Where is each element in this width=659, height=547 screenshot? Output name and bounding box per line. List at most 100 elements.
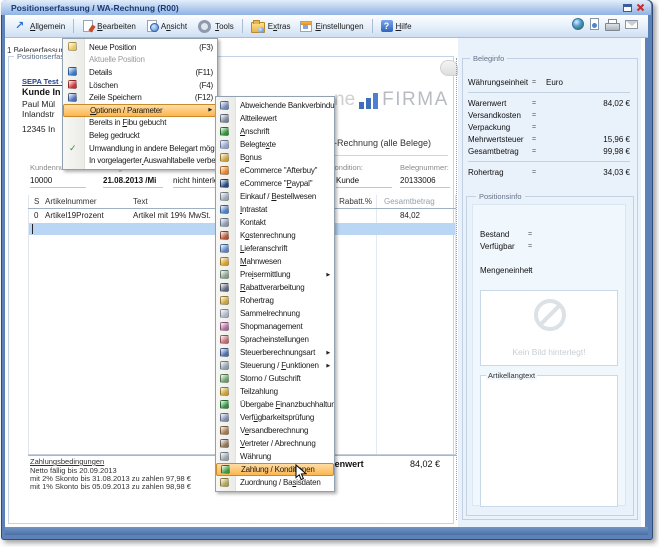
menu-item-details[interactable]: Details(F11): [63, 66, 217, 79]
menu-item-rohertrag[interactable]: Rohertrag: [216, 294, 334, 307]
menu-item-shopmanagement[interactable]: Shopmanagement: [216, 320, 334, 333]
menu-item-altteilewert[interactable]: Altteilewert: [216, 112, 334, 125]
window-controls: [623, 3, 645, 12]
toolbar-button-bearbeiten[interactable]: Bearbeiten: [77, 18, 141, 34]
column-header-s[interactable]: S: [34, 197, 39, 206]
positionsinfo-legend: Positionsinfo: [476, 192, 525, 201]
menu-item-rabattverarbeitung[interactable]: Rabattverarbeitung: [216, 281, 334, 294]
menu-item-zuordnung-basisdaten[interactable]: Zuordnung / Basisdaten: [216, 476, 334, 489]
logo-text-fragment: ne: [334, 88, 355, 112]
menu-item-einkauf-bestellwesen[interactable]: Einkauf / Bestellwesen: [216, 190, 334, 203]
toolbar-button-hilfe[interactable]: ?Hilfe: [376, 18, 417, 34]
article-image-placeholder: Kein Bild hinterlegt!: [480, 290, 618, 366]
equals-sign: =: [532, 148, 546, 155]
menu-item-abweichende-bankverbindung[interactable]: Abweichende Bankverbindung: [216, 99, 334, 112]
menu-item-mahnwesen[interactable]: Mahnwesen: [216, 255, 334, 268]
beleginfo-legend: Beleginfo: [470, 54, 507, 63]
table-cell[interactable]: 84,02: [328, 211, 420, 220]
printer-icon[interactable]: [605, 19, 619, 30]
menu-item-teilzahlung[interactable]: Teilzahlung: [216, 385, 334, 398]
toolbar-buttons: Allgemein BearbeitenAnsichtTools ExtrasEin…: [9, 17, 417, 36]
steuerberechnung-icon: [220, 348, 229, 357]
column-header-artikelnummer[interactable]: Artikelnummer: [45, 197, 97, 206]
equals-sign: =: [532, 100, 546, 107]
menu-item-übergabe-finanzbuchhaltung[interactable]: Übergabe Finanzbuchhaltung: [216, 398, 334, 411]
menu-item-belegtexte[interactable]: Belegtexte: [216, 138, 334, 151]
panel-splitter[interactable]: [456, 58, 457, 520]
zahlungskondition-value[interactable]: Kunde: [336, 176, 392, 188]
kontakt-icon: [220, 218, 229, 227]
toolbar-button-ansicht[interactable]: Ansicht: [141, 18, 192, 34]
menu-item-verfügbarkeitsprüfung[interactable]: Verfügbarkeitsprüfung: [216, 411, 334, 424]
restore-icon[interactable]: [623, 4, 632, 12]
toolbar-button-allgemein[interactable]: Allgemein: [9, 18, 70, 35]
menu-item-löschen[interactable]: Löschen(F4): [63, 79, 217, 92]
menu-item-ecommerce-afterbuy[interactable]: eCommerce "Afterbuy": [216, 164, 334, 177]
menu-item-währung[interactable]: Währung: [216, 450, 334, 463]
menu-item-intrastat[interactable]: Intrastat: [216, 203, 334, 216]
column-header-gesamtbetrag[interactable]: Gesamtbetrag: [384, 197, 435, 206]
toolbar-separator: [242, 19, 243, 33]
toolbar-button-extras[interactable]: Extras: [246, 17, 296, 35]
kundennummer-value[interactable]: 10000: [30, 176, 86, 188]
lieferanschrift-icon: [220, 244, 229, 253]
menu-item-umwandlung-in-andere-belegart-möglich[interactable]: ✓Umwandlung in andere Belegart möglich: [63, 142, 217, 155]
info-row-gesamtbetrag: Gesamtbetrag=99,98 €: [468, 145, 630, 157]
belegnummer-value[interactable]: 20133006: [400, 176, 450, 188]
menu-item-sammelrechnung[interactable]: Sammelrechnung: [216, 307, 334, 320]
menu-item-neue-position[interactable]: Neue Position(F3): [63, 41, 217, 54]
equals-sign: =: [528, 243, 542, 250]
document-type-line: -Rechnung (alle Belege): [334, 138, 431, 148]
globe-icon[interactable]: [572, 18, 584, 30]
artikellangtext-box[interactable]: [480, 375, 618, 507]
equals-sign: =: [532, 169, 546, 176]
menu-item-anschrift[interactable]: Anschrift: [216, 125, 334, 138]
table-cell[interactable]: Artikel mit 19% MwSt.: [133, 211, 211, 220]
column-header-text[interactable]: Text: [133, 197, 148, 206]
menu-item-versandberechnung[interactable]: Versandberechnung: [216, 424, 334, 437]
sepa-test-link[interactable]: SEPA Test -: [22, 77, 63, 86]
teilzahlung-icon: [220, 387, 229, 396]
mail-icon[interactable]: [625, 20, 638, 29]
titlebar[interactable]: Positionserfassung / WA-Rechnung (R00): [1, 0, 651, 15]
document-icon[interactable]: [590, 18, 599, 30]
ansicht-icon: [147, 20, 157, 32]
menu-item-bonus[interactable]: Bonus: [216, 151, 334, 164]
toolbar-button-einstellungen[interactable]: Einstellungen: [295, 18, 368, 34]
check-icon: ✓: [69, 143, 76, 154]
menu-item-optionen-parameter[interactable]: Optionen / Parameter▶: [63, 104, 217, 117]
window-bottom-frame: [5, 527, 648, 535]
customer-contact: Paul Mül: [22, 99, 55, 109]
afterbuy-icon: [220, 166, 229, 175]
table-cell[interactable]: Artikel19Prozent: [45, 211, 104, 220]
toolbar-separator: [372, 19, 373, 33]
total-value: 84,02 €: [358, 459, 440, 469]
menu-item-steuerung-funktionen[interactable]: Steuerung / Funktionen▶: [216, 359, 334, 372]
menu-item-zahlung-konditionen[interactable]: Zahlung / Konditionen: [216, 463, 334, 476]
toolbar-button-tools[interactable]: Tools: [192, 17, 239, 36]
artikellangtext-legend: Artikellangtext: [486, 371, 537, 380]
versand-icon: [220, 426, 229, 435]
close-icon[interactable]: [636, 3, 645, 12]
menu-item-storno-gutschrift[interactable]: Storno / Gutschrift: [216, 372, 334, 385]
table-cell[interactable]: 0: [34, 211, 38, 220]
menu-item-steuerberechnungsart[interactable]: Steuerberechnungsart▶: [216, 346, 334, 359]
menu-item-in-vorgelagerter-auswahltabelle-verbergen[interactable]: In vorgelagerter Auswahltabelle verberge…: [63, 154, 217, 167]
menu-item-kostenrechnung[interactable]: Kostenrechnung: [216, 229, 334, 242]
menu-item-vertreter-abrechnung[interactable]: Vertreter / Abrechnung: [216, 437, 334, 450]
menu-item-kontakt[interactable]: Kontakt: [216, 216, 334, 229]
menu-item-ecommerce-paypal[interactable]: eCommerce "Paypal": [216, 177, 334, 190]
menu-item-bereits-in-fibu-gebucht[interactable]: Bereits in Fibu gebucht: [63, 117, 217, 130]
bankverbindung-icon: [220, 101, 229, 110]
shopmanagement-icon: [220, 322, 229, 331]
equals-sign: =: [532, 112, 546, 119]
menu-item-zeile-speichern[interactable]: Zeile Speichern(F12): [63, 91, 217, 104]
menu-item-beleg-gedruckt[interactable]: Beleg gedruckt: [63, 129, 217, 142]
waehrung-icon: [220, 452, 229, 461]
belegdatum-value[interactable]: 21.08.2013 /Mi: [103, 176, 163, 188]
menu-item-spracheinstellungen[interactable]: Spracheinstellungen: [216, 333, 334, 346]
info-row-warenwert: Warenwert=84,02 €: [468, 97, 630, 109]
menu-item-lieferanschrift[interactable]: Lieferanschrift: [216, 242, 334, 255]
steuerung-icon: [220, 361, 229, 370]
menu-item-preisermittlung[interactable]: Preisermittlung▶: [216, 268, 334, 281]
